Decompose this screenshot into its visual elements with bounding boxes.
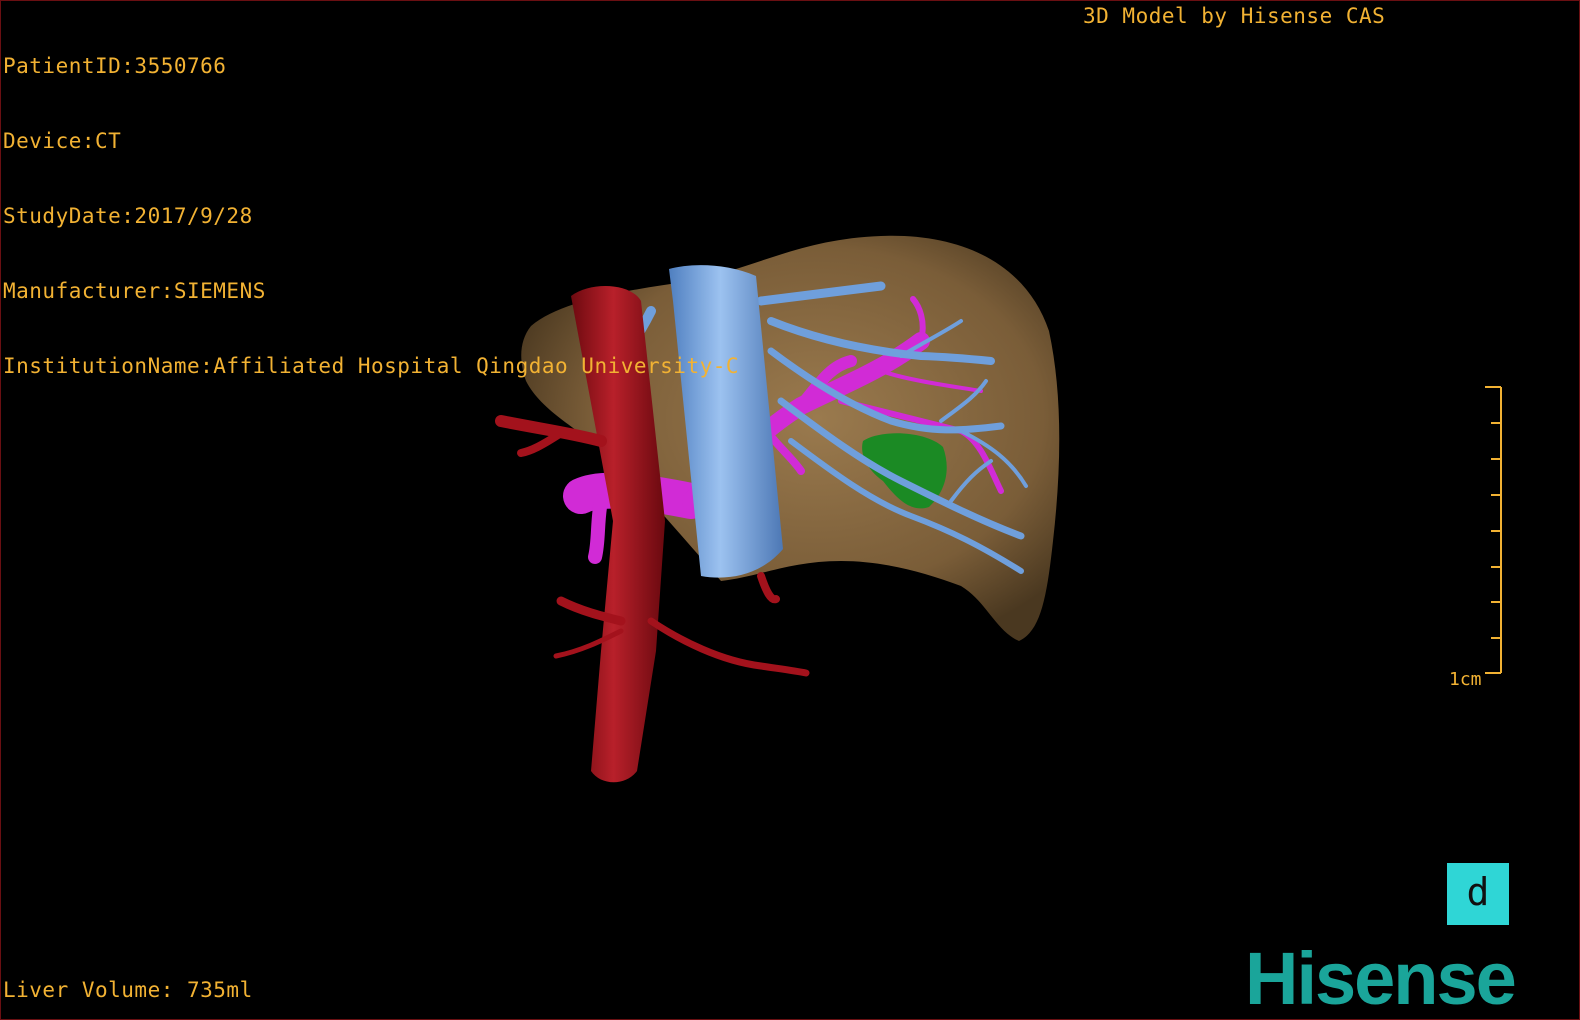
- model-credit-text: 3D Model by Hisense CAS: [1083, 4, 1386, 28]
- patient-info-block: PatientID:3550766 Device:CT StudyDate:20…: [3, 4, 739, 429]
- scale-bar: [1485, 386, 1502, 674]
- patient-id-text: PatientID:3550766: [3, 54, 227, 78]
- liver-volume-text: Liver Volume: 735ml: [3, 978, 253, 1002]
- d-tool-button[interactable]: d: [1447, 863, 1509, 925]
- 3d-viewport[interactable]: PatientID:3550766 Device:CT StudyDate:20…: [0, 0, 1580, 1020]
- hisense-logo: Hisense: [1245, 937, 1517, 1020]
- manufacturer-text: Manufacturer:SIEMENS: [3, 279, 266, 303]
- scale-bar-label: 1cm: [1449, 669, 1482, 690]
- device-text: Device:CT: [3, 129, 122, 153]
- study-date-text: StudyDate:2017/9/28: [3, 204, 253, 228]
- d-tool-button-label: d: [1466, 870, 1490, 914]
- institution-text: InstitutionName:Affiliated Hospital Qing…: [3, 354, 740, 378]
